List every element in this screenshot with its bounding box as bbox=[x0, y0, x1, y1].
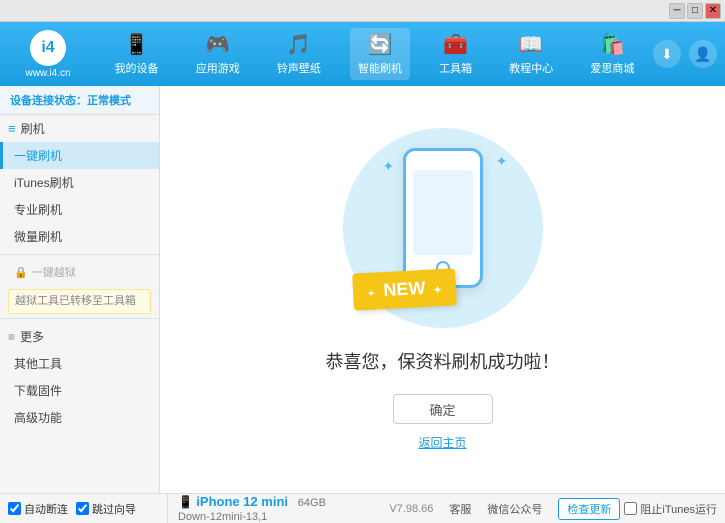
phone-body bbox=[403, 148, 483, 288]
version-label: V7.98.66 bbox=[389, 503, 433, 515]
maximize-button[interactable]: □ bbox=[687, 3, 703, 19]
confirm-button[interactable]: 确定 bbox=[393, 394, 493, 424]
nav-label-toolbox: 工具箱 bbox=[439, 60, 472, 76]
download-button[interactable]: ⬇ bbox=[653, 40, 681, 68]
sidebar: 设备连接状态：正常模式 ≡ 刷机 一键刷机 iTunes刷机 专业刷机 微量刷机… bbox=[0, 86, 160, 493]
skip-wizard-input[interactable] bbox=[76, 502, 89, 515]
ringtone-icon: 🎵 bbox=[286, 32, 311, 57]
nav-label-smart-flash: 智能刷机 bbox=[358, 60, 402, 76]
nav-item-app-game[interactable]: 🎮 应用游戏 bbox=[188, 28, 248, 80]
my-device-icon: 📱 bbox=[124, 32, 149, 57]
smart-flash-icon: 🔄 bbox=[368, 32, 393, 57]
logo-subtext: www.i4.cn bbox=[25, 68, 70, 79]
flash-section-icon: ≡ bbox=[8, 121, 16, 136]
stop-itunes-label: 阻止iTunes运行 bbox=[640, 501, 717, 517]
sidebar-item-save-flash[interactable]: 微量刷机 bbox=[0, 223, 159, 250]
nav-item-ringtone[interactable]: 🎵 铃声壁纸 bbox=[269, 28, 329, 80]
device-storage bbox=[291, 497, 294, 509]
device-info: 📱 iPhone 12 mini 64GB Down-12mini-13,1 bbox=[168, 494, 381, 523]
device-firmware: Down-12mini-13,1 bbox=[178, 511, 267, 523]
skip-wizard-label: 跳过向导 bbox=[92, 501, 136, 517]
status-value: 正常模式 bbox=[87, 95, 131, 107]
lock-icon: 🔒 bbox=[14, 266, 28, 279]
sparkle-left: ✦ bbox=[383, 158, 395, 175]
user-button[interactable]: 👤 bbox=[689, 40, 717, 68]
app-game-icon: 🎮 bbox=[205, 32, 230, 57]
bottom-right: V7.98.66 客服 微信公众号 检查更新 bbox=[381, 498, 620, 520]
phone-illustration: ✦ ✦ NEW bbox=[343, 128, 543, 328]
skip-wizard-checkbox[interactable]: 跳过向导 bbox=[76, 501, 136, 517]
more-section-label: 更多 bbox=[20, 328, 44, 345]
header: i4 www.i4.cn 📱 我的设备 🎮 应用游戏 🎵 铃声壁纸 🔄 智能刷机… bbox=[0, 22, 725, 86]
stop-itunes-checkbox[interactable] bbox=[624, 502, 637, 515]
nav-bar: 📱 我的设备 🎮 应用游戏 🎵 铃声壁纸 🔄 智能刷机 🧰 工具箱 📖 教程中心… bbox=[96, 28, 653, 80]
bottom-bar: 自动断连 跳过向导 📱 iPhone 12 mini 64GB Down-12m… bbox=[0, 493, 725, 523]
jailbreak-notice: 越狱工具已转移至工具箱 bbox=[8, 289, 151, 314]
toolbox-icon: 🧰 bbox=[443, 32, 468, 57]
nav-label-ringtone: 铃声壁纸 bbox=[277, 60, 321, 76]
download-icon: ⬇ bbox=[661, 46, 673, 63]
update-button[interactable]: 检查更新 bbox=[558, 498, 620, 520]
nav-item-tutorial[interactable]: 📖 教程中心 bbox=[501, 28, 561, 80]
sidebar-item-other-tools[interactable]: 其他工具 bbox=[0, 350, 159, 377]
sidebar-item-itunes-flash[interactable]: iTunes刷机 bbox=[0, 169, 159, 196]
logo: i4 www.i4.cn bbox=[8, 30, 88, 79]
more-section-icon: ≡ bbox=[8, 330, 15, 344]
main-layout: 设备连接状态：正常模式 ≡ 刷机 一键刷机 iTunes刷机 专业刷机 微量刷机… bbox=[0, 86, 725, 493]
store-icon: 🛍️ bbox=[600, 32, 625, 57]
sidebar-item-pro-flash[interactable]: 专业刷机 bbox=[0, 196, 159, 223]
nav-item-store[interactable]: 🛍️ 爱思商城 bbox=[582, 28, 642, 80]
bottom-left: 自动断连 跳过向导 bbox=[8, 494, 168, 523]
flash-section-label: 刷机 bbox=[21, 120, 45, 137]
sidebar-item-one-click-flash[interactable]: 一键刷机 bbox=[0, 142, 159, 169]
minimize-button[interactable]: ─ bbox=[669, 3, 685, 19]
sidebar-divider-2 bbox=[0, 318, 159, 319]
nav-item-toolbox[interactable]: 🧰 工具箱 bbox=[431, 28, 480, 80]
auto-disconnect-label: 自动断连 bbox=[24, 501, 68, 517]
stop-itunes-area: 阻止iTunes运行 bbox=[624, 501, 717, 517]
logo-icon: i4 bbox=[30, 30, 66, 66]
phone-screen bbox=[413, 170, 473, 255]
close-button[interactable]: ✕ bbox=[705, 3, 721, 19]
nav-item-my-device[interactable]: 📱 我的设备 bbox=[107, 28, 167, 80]
wechat-link[interactable]: 微信公众号 bbox=[487, 501, 542, 517]
user-icon: 👤 bbox=[694, 46, 711, 63]
success-message: 恭喜您，保资料刷机成功啦！ bbox=[326, 348, 560, 374]
sidebar-item-advanced[interactable]: 高级功能 bbox=[0, 404, 159, 431]
jailbreak-label: 一键越狱 bbox=[32, 264, 76, 280]
nav-label-my-device: 我的设备 bbox=[115, 60, 159, 76]
device-name: iPhone 12 mini bbox=[196, 494, 288, 509]
sidebar-section-more[interactable]: ≡ 更多 bbox=[0, 323, 159, 350]
header-right: ⬇ 👤 bbox=[653, 40, 717, 68]
new-badge: NEW bbox=[352, 268, 457, 310]
back-to-main-link[interactable]: 返回主页 bbox=[418, 434, 466, 451]
sidebar-section-flash[interactable]: ≡ 刷机 bbox=[0, 115, 159, 142]
auto-disconnect-checkbox[interactable]: 自动断连 bbox=[8, 501, 68, 517]
auto-disconnect-input[interactable] bbox=[8, 502, 21, 515]
sidebar-divider-1 bbox=[0, 254, 159, 255]
sparkle-right: ✦ bbox=[496, 153, 508, 170]
device-icon: 📱 bbox=[178, 495, 196, 509]
nav-label-store: 爱思商城 bbox=[590, 60, 634, 76]
tutorial-icon: 📖 bbox=[519, 32, 544, 57]
content-area: ✦ ✦ NEW 恭喜您，保资料刷机成功啦！ 确定 返回主页 bbox=[160, 86, 725, 493]
nav-label-tutorial: 教程中心 bbox=[509, 60, 553, 76]
sidebar-item-jailbreak-disabled: 🔒 一键越狱 bbox=[0, 259, 159, 285]
device-status: 设备连接状态：正常模式 bbox=[0, 86, 159, 115]
sidebar-item-download-firmware[interactable]: 下载固件 bbox=[0, 377, 159, 404]
support-link[interactable]: 客服 bbox=[449, 501, 471, 517]
status-label: 设备连接状态： bbox=[10, 95, 87, 107]
device-storage-val: 64GB bbox=[298, 497, 326, 509]
nav-label-app-game: 应用游戏 bbox=[196, 60, 240, 76]
title-bar: ─ □ ✕ bbox=[0, 0, 725, 22]
nav-item-smart-flash[interactable]: 🔄 智能刷机 bbox=[350, 28, 410, 80]
